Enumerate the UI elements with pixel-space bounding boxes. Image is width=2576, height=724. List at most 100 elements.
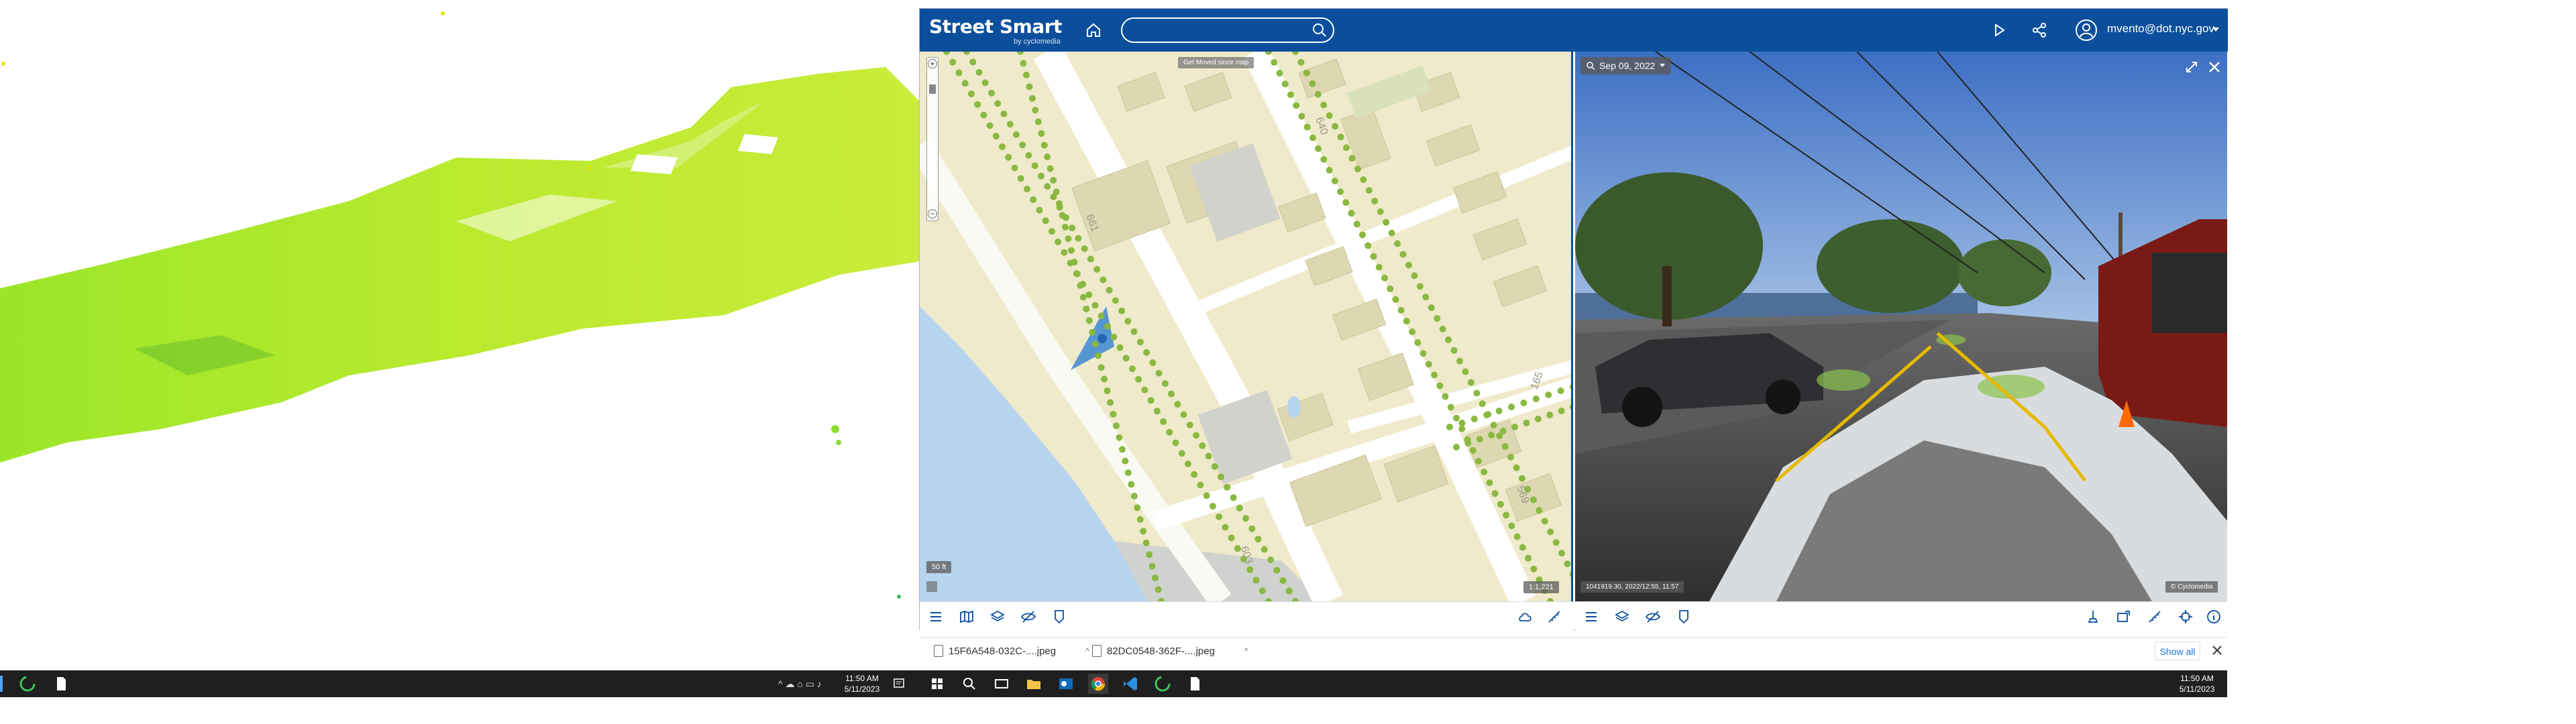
task-view-icon[interactable]	[991, 674, 1012, 694]
tree-dot	[1273, 566, 1281, 574]
info-icon[interactable]	[2206, 609, 2222, 625]
close-icon[interactable]	[2211, 644, 2223, 656]
visibility-off-icon[interactable]	[1020, 609, 1036, 625]
tree-dot	[1006, 121, 1014, 128]
chevron-up-icon[interactable]: ^	[1085, 646, 1089, 656]
tray-clock[interactable]: 11:50 AM 5/11/2023	[2174, 673, 2220, 695]
tree-dot	[1381, 274, 1388, 282]
visibility-off-icon[interactable]	[1645, 609, 1661, 625]
tree-dot	[1399, 251, 1407, 258]
tree-dot	[1453, 414, 1460, 422]
search-input[interactable]	[1132, 23, 1299, 38]
tree-dot	[1022, 71, 1030, 78]
chevron-up-icon[interactable]: ^	[1244, 646, 1248, 656]
zoom-magnifier-icon[interactable]	[1586, 61, 1595, 70]
map-corner-control[interactable]	[926, 581, 937, 592]
search-icon[interactable]	[959, 674, 979, 694]
tree-dot	[1134, 504, 1141, 511]
height-measure-icon[interactable]	[2085, 609, 2101, 625]
tree-dot	[1453, 444, 1460, 450]
panorama-view[interactable]: Sep 09, 2022 1041919.30, 2022/12:55, 11:…	[1575, 52, 2227, 601]
tree-dot	[1518, 475, 1525, 482]
brand-title: Street Smart	[929, 15, 1062, 38]
play-icon[interactable]	[1988, 19, 2010, 42]
tree-dot	[1564, 560, 1571, 568]
chrome-icon[interactable]	[1088, 674, 1108, 694]
file-explorer-icon[interactable]	[1024, 674, 1044, 694]
expand-icon[interactable]	[2184, 60, 2199, 74]
tree-dot	[1104, 387, 1111, 394]
file-icon	[1092, 645, 1102, 657]
tree-dot	[1474, 457, 1482, 465]
tree-dot	[1216, 513, 1223, 520]
file-icon[interactable]	[51, 674, 71, 694]
tree-dot	[1097, 312, 1105, 320]
tree-dot	[1534, 416, 1542, 422]
show-all-button[interactable]: Show all	[2155, 642, 2200, 660]
user-email[interactable]: mvento@dot.nyc.gov	[2107, 22, 2214, 36]
tree-markers: 6611655696036403	[943, 52, 1571, 601]
zoom-out-icon[interactable]: −	[928, 209, 937, 219]
search-box[interactable]	[1121, 17, 1334, 43]
tree-dot	[1519, 544, 1526, 551]
tree-dot	[1075, 235, 1082, 242]
zoom-handle[interactable]	[929, 84, 936, 94]
tree-dot	[1128, 365, 1136, 373]
tree-dot	[1209, 503, 1216, 510]
layers-icon[interactable]	[989, 609, 1006, 625]
tree-dot	[975, 68, 983, 76]
panorama-toolbar	[1575, 601, 2227, 631]
close-icon[interactable]	[2207, 60, 2222, 74]
measure-icon[interactable]	[2147, 609, 2163, 625]
date-selector[interactable]: Sep 09, 2022	[1580, 57, 1672, 74]
tree-dot	[949, 58, 957, 66]
download-item[interactable]: 82DC0548-362F-....jpeg ^	[1092, 642, 1248, 660]
tree-dot	[1135, 375, 1142, 383]
map-icon[interactable]	[959, 609, 975, 625]
cloud-icon[interactable]	[1517, 609, 1533, 625]
marker-icon[interactable]	[1676, 609, 1692, 625]
tree-dot	[1067, 247, 1075, 254]
download-item[interactable]: 15F6A548-032C-....jpeg ^	[934, 642, 1089, 660]
tree-dot	[1558, 550, 1566, 557]
zoom-in-icon[interactable]: +	[928, 59, 937, 68]
marker-icon[interactable]	[1051, 609, 1067, 625]
user-avatar-icon[interactable]	[2074, 17, 2097, 41]
tree-dot	[1155, 586, 1162, 593]
measure-icon[interactable]	[1546, 609, 1562, 625]
tree-dot	[1218, 473, 1225, 481]
zoom-slider[interactable]: + −	[926, 57, 938, 221]
crosshair-icon[interactable]	[2178, 609, 2194, 625]
export-view-icon[interactable]	[2116, 609, 2132, 625]
street-number-label: 640	[1313, 116, 1330, 137]
download-filename[interactable]: 15F6A548-032C-....jpeg	[949, 646, 1056, 657]
tray-clock[interactable]: 11:50 AM 5/11/2023	[839, 673, 885, 695]
chrome-loading-icon[interactable]	[17, 674, 38, 694]
map-view[interactable]: 6611655696036403 Get Moved since map + −…	[920, 52, 1573, 601]
chrome-loading-icon[interactable]	[1152, 674, 1173, 694]
home-icon[interactable]	[1082, 19, 1105, 42]
menu-icon[interactable]	[928, 609, 944, 625]
tree-dot	[1248, 525, 1256, 532]
search-icon[interactable]	[1311, 22, 1328, 38]
chevron-down-icon[interactable]	[2212, 26, 2220, 33]
layers-icon[interactable]	[1614, 609, 1630, 625]
tree-dot	[1513, 533, 1521, 540]
outlook-icon[interactable]	[1056, 674, 1076, 694]
tree-dot	[1377, 208, 1384, 215]
notification-icon[interactable]	[892, 677, 906, 690]
tree-dot	[1411, 272, 1418, 280]
windows-start-icon[interactable]	[927, 674, 947, 694]
share-icon[interactable]	[2028, 19, 2051, 42]
tray-icons[interactable]: ^ ☁ ⌂ ▭ ♪	[778, 678, 822, 690]
point-cloud-view[interactable]	[0, 0, 919, 670]
tree-dot	[955, 69, 963, 76]
download-filename[interactable]: 82DC0548-362F-....jpeg	[1107, 646, 1215, 657]
menu-icon[interactable]	[1583, 609, 1599, 625]
pano-date[interactable]: Sep 09, 2022	[1599, 60, 1655, 71]
tree-dot	[1279, 577, 1287, 585]
chevron-down-icon[interactable]	[1659, 63, 1666, 68]
file-icon[interactable]	[1185, 674, 1205, 694]
vscode-icon[interactable]	[1120, 674, 1140, 694]
tree-dot	[1503, 511, 1510, 519]
